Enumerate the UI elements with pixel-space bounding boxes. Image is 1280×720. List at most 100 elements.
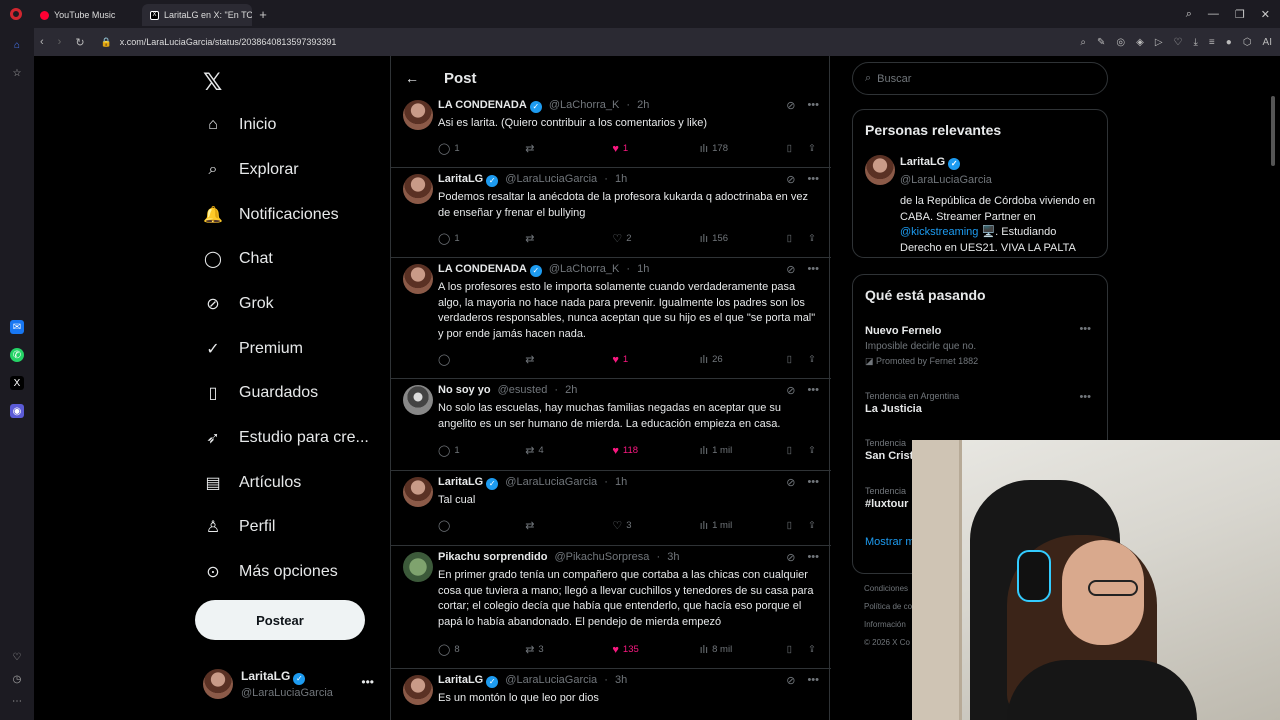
tweet-time[interactable]: 3h [667,551,679,563]
grok-icon[interactable]: ⊘ [786,384,795,397]
close-button[interactable]: ✕ [1261,8,1270,21]
tweet-handle[interactable]: @LaraLuciaGarcia [505,173,597,185]
bookmark-icon[interactable]: ▯ [787,445,792,456]
avatar[interactable] [403,264,433,294]
like-button[interactable]: ♥ 1 [612,142,652,155]
heart-icon[interactable]: ♡ [1174,37,1183,48]
views-button[interactable]: ılı 178 [700,142,740,155]
history-icon[interactable]: ◷ [10,672,24,686]
share-icon[interactable]: ⇪ [808,520,816,531]
sidebar-item-perfil[interactable]: ♙ Perfil [203,517,276,537]
grok-icon[interactable]: ⊘ [786,674,795,687]
avatar[interactable] [403,385,433,415]
forward-icon[interactable]: › [58,36,62,49]
like-button[interactable]: ♥ 135 [612,643,652,656]
tweet-time[interactable]: 1h [615,173,627,185]
more-rail-icon[interactable]: ⋯ [10,694,24,708]
search-input[interactable] [877,72,1078,85]
repost-button[interactable]: ⇄ [525,142,565,155]
x-logo-icon[interactable]: 𝕏 [203,68,222,96]
back-arrow-icon[interactable]: ← [405,70,425,86]
avatar[interactable] [865,155,895,185]
reply-button[interactable]: ◯ [438,519,478,532]
share-icon[interactable]: ⇪ [808,233,816,244]
tweet-time[interactable]: 2h [637,99,649,111]
tab-x-post[interactable]: X LaritaLG en X: "En TODAS [142,4,252,26]
search-box[interactable]: ⌕ [852,62,1108,95]
show-more-link[interactable]: Mostrar m [865,536,915,548]
search-icon[interactable]: ⌕ [1186,8,1192,21]
x-rail-icon[interactable]: X [10,376,24,390]
back-icon[interactable]: ‹ [40,36,44,49]
scrollbar-thumb[interactable] [1271,96,1275,166]
url-text[interactable]: x.com/LaraLuciaGarcia/status/20386408135… [120,37,337,47]
more-icon[interactable]: ••• [1079,391,1091,403]
sidebar-item-explorar[interactable]: ⌕ Explorar [203,160,299,180]
whatsapp-icon[interactable]: ✆ [10,348,24,362]
like-button[interactable]: ♡ 3 [612,519,652,532]
tweet[interactable]: Pikachu sorprendido @PikachuSorpresa · 3… [391,546,831,669]
sidebar-item-grok[interactable]: ⊘ Grok [203,294,273,314]
tweet-time[interactable]: 3h [615,674,627,686]
repost-button[interactable]: ⇄ 3 [525,643,565,656]
tweet[interactable]: LaritaLG ✓ @LaraLuciaGarcia · 1h ⊘ ••• Pod… [391,168,831,258]
more-icon[interactable]: ••• [807,551,819,564]
share-icon[interactable]: ⇪ [808,143,816,154]
ai-icon[interactable]: AI [1263,37,1272,48]
tweet[interactable]: LaritaLG ✓ @LaraLuciaGarcia · 3h ⊘ ••• Es … [391,669,831,720]
tweet-author-name[interactable]: No soy yo [438,384,491,396]
reply-button[interactable]: ◯ 1 [438,142,478,155]
views-button[interactable]: ılı 156 [700,232,740,245]
extension-icon[interactable]: ⬡ [1243,37,1252,48]
tweet[interactable]: LaritaLG ✓ @LaraLuciaGarcia · 1h ⊘ ••• Tal… [391,471,831,546]
avatar[interactable] [403,477,433,507]
tweet-time[interactable]: 2h [565,384,577,396]
tweet[interactable]: LA CONDENADA ✓ @LaChorra_K · 2h ⊘ ••• Asi … [391,94,831,168]
menu-icon[interactable]: ≡ [1209,37,1215,48]
user-handle[interactable]: @LaraLuciaGarcia [900,174,992,186]
grok-icon[interactable]: ⊘ [786,263,795,276]
more-icon[interactable]: ••• [1079,323,1091,335]
more-icon[interactable]: ••• [361,675,374,689]
tweet-author-name[interactable]: LaritaLG [438,674,483,686]
more-icon[interactable]: ••• [807,476,819,489]
views-button[interactable]: ılı 1 mil [700,519,740,532]
discord-icon[interactable]: ◉ [10,404,24,418]
account-switcher[interactable]: LaritaLG ✓ @LaraLuciaGarcia ••• [203,669,378,699]
bio-link[interactable]: @kickstreaming [900,226,978,238]
minimize-button[interactable]: — [1208,8,1219,20]
sidebar-item-premium[interactable]: ✓ Premium [203,339,303,359]
repost-button[interactable]: ⇄ [525,353,565,366]
home-rail-icon[interactable]: ⌂ [10,38,24,52]
trend-item[interactable]: Tendencia en Argentina La Justicia ••• [865,391,1097,415]
user-name[interactable]: LaritaLG [900,156,945,168]
more-icon[interactable]: ••• [807,99,819,112]
shield-icon[interactable]: ◈ [1136,37,1144,48]
tweet-handle[interactable]: @LaraLuciaGarcia [505,476,597,488]
avatar[interactable] [403,675,433,705]
repost-button[interactable]: ⇄ 4 [525,444,565,457]
tweet-author-name[interactable]: LaritaLG [438,173,483,185]
grok-icon[interactable]: ⊘ [786,476,795,489]
views-button[interactable]: ılı 26 [700,353,740,366]
tweet-handle[interactable]: @LaChorra_K [549,99,619,111]
heart-rail-icon[interactable]: ♡ [10,650,24,664]
sidebar-item-mas-opciones[interactable]: ⊙ Más opciones [203,562,337,582]
bookmark-icon[interactable]: ▯ [787,233,792,244]
tweet-time[interactable]: 1h [615,476,627,488]
bookmark-icon[interactable]: ▯ [787,520,792,531]
tweet[interactable]: No soy yo @esusted · 2h ⊘ ••• No solo las… [391,379,831,471]
tweet-author-name[interactable]: LA CONDENADA [438,263,527,275]
star-rail-icon[interactable]: ☆ [10,66,24,80]
reply-button[interactable]: ◯ 8 [438,643,478,656]
new-tab-button[interactable]: + [252,7,274,22]
tweet-handle[interactable]: @PikachuSorpresa [554,551,649,563]
sidebar-item-articulos[interactable]: ▤ Artículos [203,473,301,493]
tweet-author-name[interactable]: LaritaLG [438,476,483,488]
messenger-icon[interactable]: ✉ [10,320,24,334]
maximize-button[interactable]: ❐ [1235,8,1245,21]
zoom-icon[interactable]: ⌕ [1080,37,1086,48]
views-button[interactable]: ılı 8 mil [700,643,740,656]
more-icon[interactable]: ••• [807,263,819,276]
avatar[interactable] [403,552,433,582]
